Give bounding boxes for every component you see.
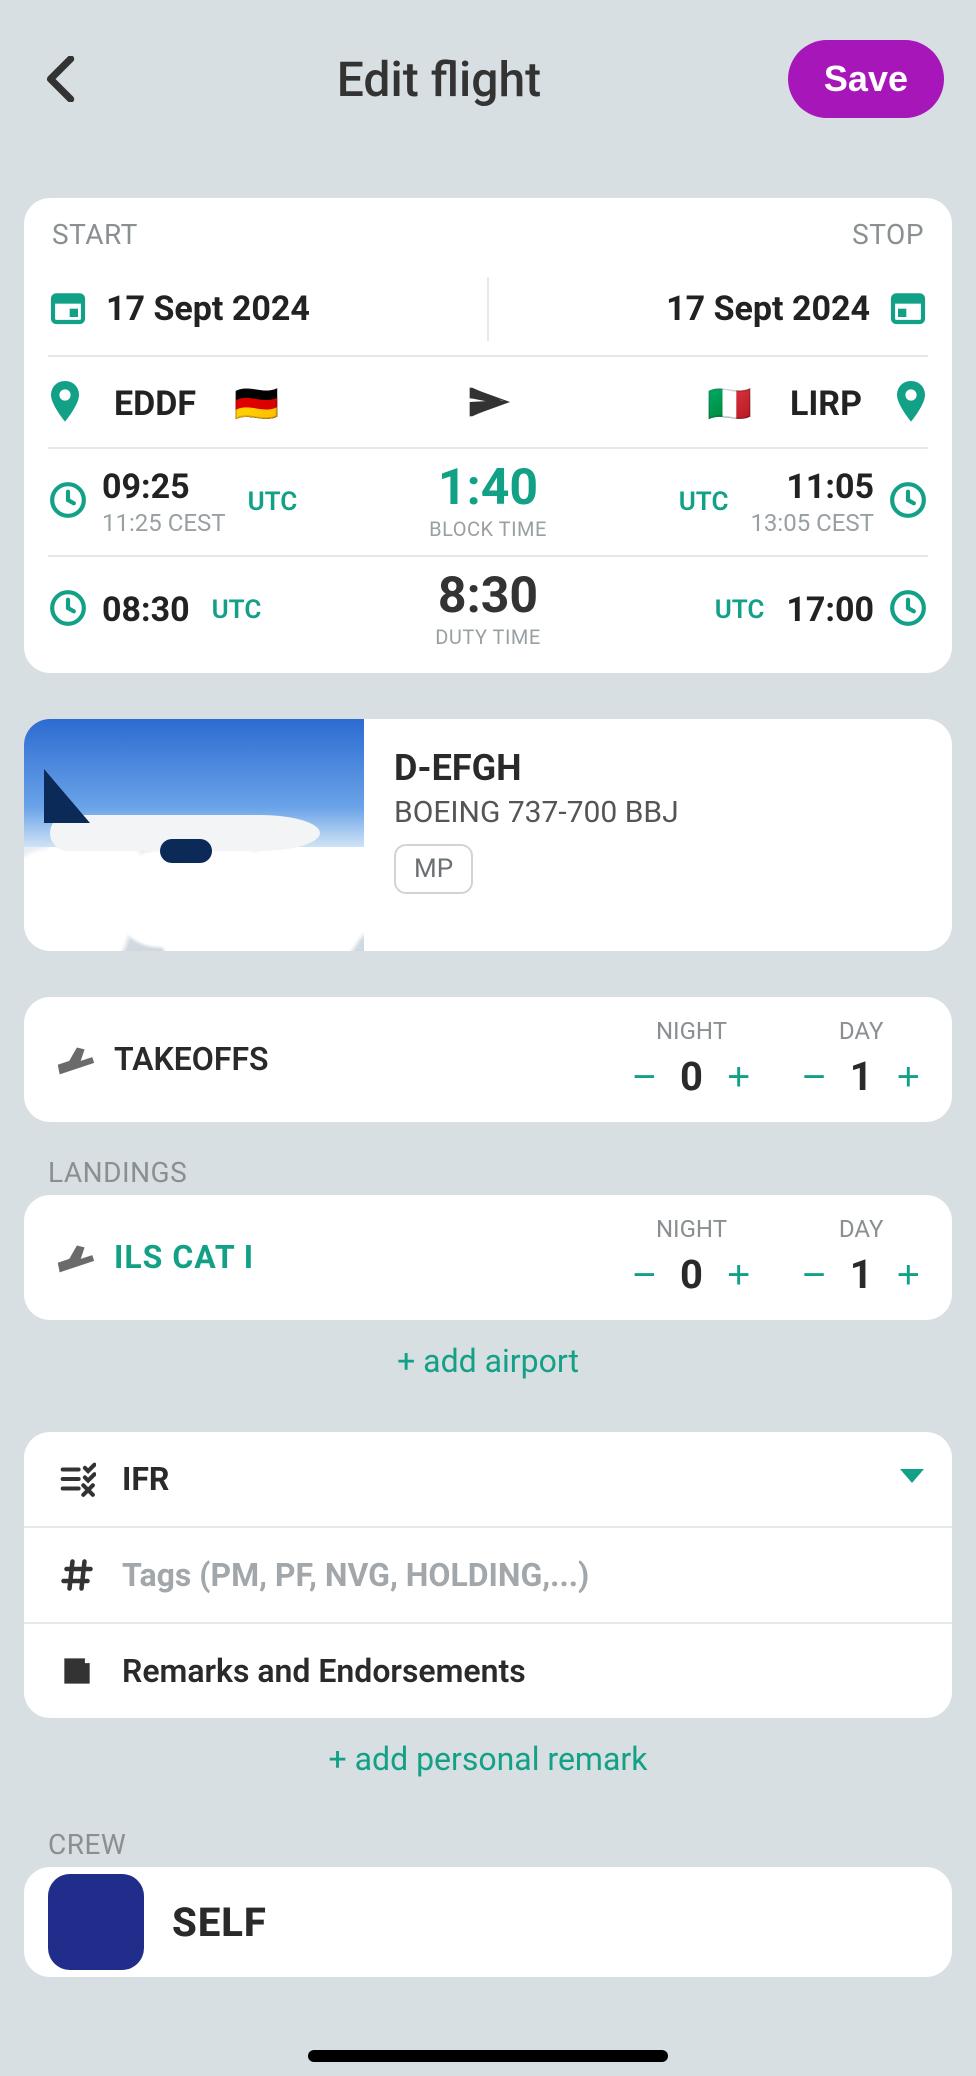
landing-day-value: 1 [850, 1251, 873, 1298]
duty-time-value: 8:30 [283, 571, 692, 621]
tags-row[interactable]: Tags (PM, PF, NVG, HOLDING,...) [24, 1526, 952, 1622]
utc-label: UTC [679, 487, 729, 517]
duty-time-label: DUTY TIME [283, 625, 692, 649]
note-icon [52, 1652, 102, 1690]
clock-icon [888, 480, 928, 524]
aircraft-type: BOEING 737-700 BBJ [394, 795, 922, 830]
takeoffs-card: TAKEOFFS NIGHT − 0 + DAY − 1 + [24, 997, 952, 1122]
landing-night-minus[interactable]: − [627, 1255, 662, 1295]
add-personal-remark-link[interactable]: + add personal remark [0, 1740, 976, 1778]
block-time-row: 09:25 11:25 CEST UTC 1:40 BLOCK TIME UTC… [48, 447, 928, 555]
airport-row: EDDF 🇩🇪 🇮🇹 LIRP [48, 355, 928, 447]
utc-label: UTC [212, 595, 262, 625]
home-indicator [308, 2050, 668, 2062]
chevron-left-icon [44, 56, 80, 102]
save-button[interactable]: Save [788, 40, 944, 118]
night-label: NIGHT [627, 1215, 757, 1243]
aircraft-registration: D-EFGH [394, 747, 922, 789]
aircraft-tag: MP [394, 844, 473, 894]
add-airport-link[interactable]: + add airport [0, 1342, 976, 1380]
clock-icon [888, 588, 928, 632]
landing-day-minus[interactable]: − [796, 1255, 831, 1295]
caret-down-icon [900, 1469, 924, 1489]
crew-self-label: SELF [172, 1899, 267, 1946]
stop-date[interactable]: 17 Sept 2024 [489, 287, 928, 331]
arrival-code: LIRP [790, 384, 862, 424]
block-time-label: BLOCK TIME [319, 517, 656, 541]
arrival-airport[interactable]: 🇮🇹 LIRP [523, 381, 928, 427]
departure-code: EDDF [114, 384, 196, 424]
landing-day-plus[interactable]: + [891, 1255, 926, 1295]
back-button[interactable] [34, 51, 90, 107]
takeoff-icon [50, 1036, 100, 1082]
takeoff-day-minus[interactable]: − [796, 1057, 831, 1097]
duty-time-row: 08:30 UTC 8:30 DUTY TIME UTC 17:00 [48, 555, 928, 663]
crew-self-row[interactable]: SELF [24, 1867, 952, 1977]
aircraft-card[interactable]: D-EFGH BOEING 737-700 BBJ MP [24, 719, 952, 951]
takeoff-night-value: 0 [680, 1053, 703, 1100]
arrival-flag: 🇮🇹 [707, 383, 752, 425]
map-pin-icon [894, 381, 928, 427]
flight-times-card: START STOP 17 Sept 2024 17 Sept 2024 EDD… [24, 198, 952, 673]
remarks-label: Remarks and Endorsements [122, 1652, 924, 1690]
day-label: DAY [796, 1215, 926, 1243]
landing-icon [50, 1234, 100, 1280]
landings-section-label: LANDINGS [48, 1156, 976, 1189]
takeoff-night-minus[interactable]: − [627, 1057, 662, 1097]
day-label: DAY [796, 1017, 926, 1045]
start-label: START [52, 218, 138, 251]
start-date[interactable]: 17 Sept 2024 [48, 287, 487, 331]
tags-placeholder: Tags (PM, PF, NVG, HOLDING,...) [122, 1556, 924, 1594]
block-time-value: 1:40 [319, 463, 656, 513]
remarks-row[interactable]: Remarks and Endorsements [24, 1622, 952, 1718]
crew-section-label: CREW [48, 1828, 976, 1861]
stop-date-value: 17 Sept 2024 [666, 289, 870, 329]
list-check-icon [52, 1460, 102, 1498]
calendar-icon [48, 287, 88, 331]
start-date-value: 17 Sept 2024 [106, 289, 310, 329]
departure-airport[interactable]: EDDF 🇩🇪 [48, 381, 453, 427]
clock-icon [48, 588, 88, 632]
landing-night-value: 0 [680, 1251, 703, 1298]
landings-card: ILS CAT I NIGHT − 0 + DAY − 1 + [24, 1195, 952, 1320]
page-title: Edit flight [337, 51, 541, 108]
on-block-time[interactable]: 11:05 13:05 CEST [750, 467, 874, 537]
flight-rules-value: IFR [122, 1460, 900, 1498]
duty-on-time[interactable]: 08:30 [102, 590, 190, 630]
takeoff-day-value: 1 [850, 1053, 873, 1100]
details-card: IFR Tags (PM, PF, NVG, HOLDING,...) Rema… [24, 1432, 952, 1718]
airplane-icon [466, 380, 510, 428]
map-pin-icon [48, 381, 82, 427]
utc-label: UTC [248, 487, 298, 517]
takeoffs-label: TAKEOFFS [114, 1040, 627, 1078]
departure-flag: 🇩🇪 [234, 383, 279, 425]
takeoff-day-plus[interactable]: + [891, 1057, 926, 1097]
takeoff-night-plus[interactable]: + [721, 1057, 756, 1097]
utc-label: UTC [715, 595, 765, 625]
header: Edit flight Save [0, 0, 976, 150]
calendar-icon [888, 287, 928, 331]
flight-rules-row[interactable]: IFR [24, 1432, 952, 1526]
clock-icon [48, 480, 88, 524]
night-label: NIGHT [627, 1017, 757, 1045]
off-block-time[interactable]: 09:25 11:25 CEST [102, 467, 226, 537]
landing-night-plus[interactable]: + [721, 1255, 756, 1295]
date-row: 17 Sept 2024 17 Sept 2024 [48, 263, 928, 355]
stop-label: STOP [852, 218, 924, 251]
duty-off-time[interactable]: 17:00 [786, 590, 874, 630]
avatar [48, 1874, 144, 1970]
hash-icon [52, 1557, 102, 1593]
aircraft-image [24, 719, 364, 951]
approach-type[interactable]: ILS CAT I [114, 1238, 627, 1276]
